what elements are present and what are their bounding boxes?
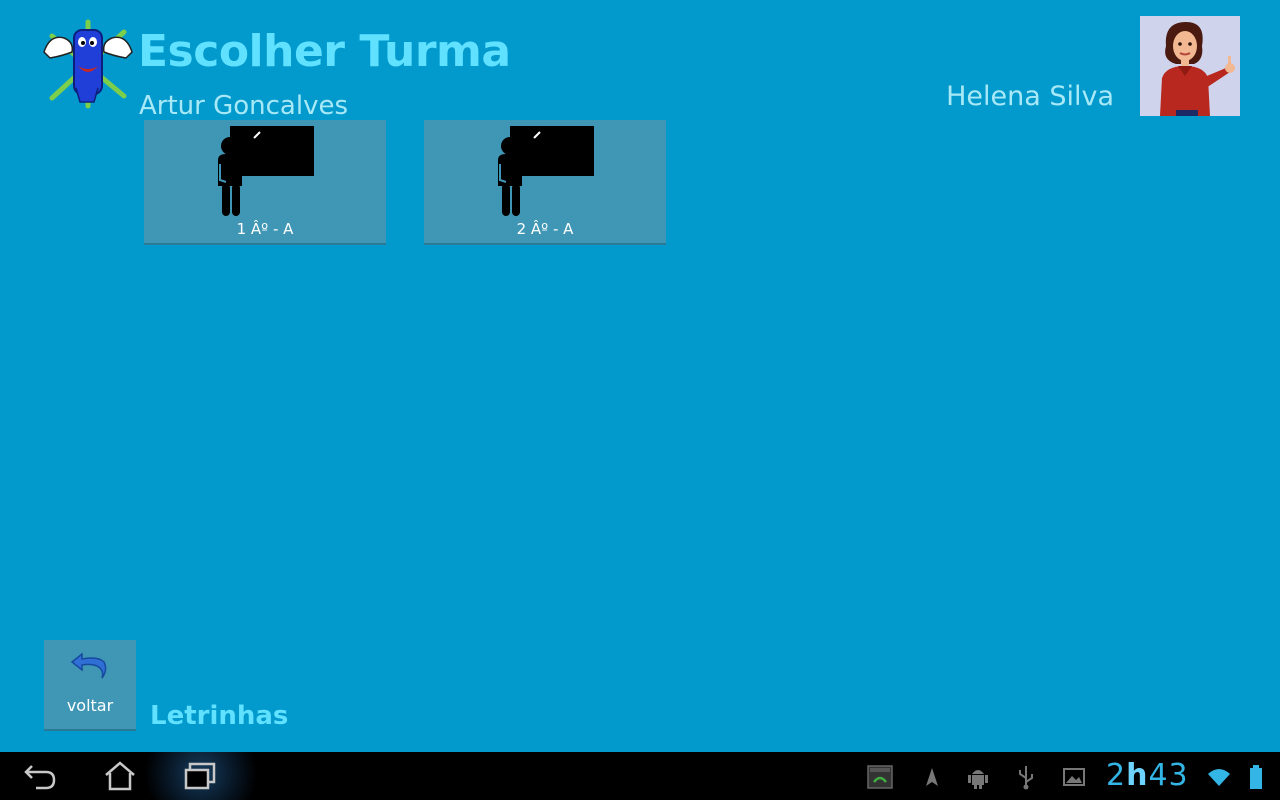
undo-arrow-icon xyxy=(70,648,110,682)
recent-apps-icon xyxy=(184,762,216,790)
nav-home-button[interactable] xyxy=(100,760,140,792)
gallery-icon xyxy=(1060,764,1088,790)
page-title: Escolher Turma xyxy=(138,26,511,77)
clock-hours: 2 xyxy=(1106,758,1127,793)
battery-icon xyxy=(1246,764,1266,790)
back-label: voltar xyxy=(66,696,114,715)
app-name: Letrinhas xyxy=(150,701,289,731)
wifi-icon xyxy=(1206,764,1232,790)
class-label: 1 Âº - A xyxy=(236,220,294,238)
app-logo-icon xyxy=(40,18,136,110)
teacher-at-board-icon xyxy=(494,124,596,218)
class-tile-1a[interactable]: 1 Âº - A xyxy=(144,120,386,245)
back-button[interactable]: voltar xyxy=(44,640,136,731)
android-debug-icon xyxy=(964,764,992,790)
nav-recent-apps-button[interactable] xyxy=(180,760,220,792)
student-name: Artur Goncalves xyxy=(139,91,349,121)
teacher-at-board-icon xyxy=(214,124,316,218)
class-label: 2 Âº - A xyxy=(516,220,574,238)
usb-icon xyxy=(1012,764,1040,790)
system-bar: 2h43 xyxy=(0,752,1280,800)
navigation-icon xyxy=(918,764,946,790)
teacher-avatar[interactable] xyxy=(1140,16,1240,116)
class-tile-2a[interactable]: 2 Âº - A xyxy=(424,120,666,245)
home-icon xyxy=(105,761,135,791)
clock-minutes: 43 xyxy=(1148,758,1189,793)
app-screen: Escolher Turma Artur Goncalves Helena Si… xyxy=(0,0,1280,752)
screenshot-icon[interactable] xyxy=(866,764,894,790)
nav-back-button[interactable] xyxy=(20,760,60,792)
clock-separator: h xyxy=(1126,758,1149,793)
back-icon xyxy=(24,765,56,790)
teacher-name: Helena Silva xyxy=(946,81,1114,112)
status-clock: 2h43 xyxy=(1106,754,1189,798)
